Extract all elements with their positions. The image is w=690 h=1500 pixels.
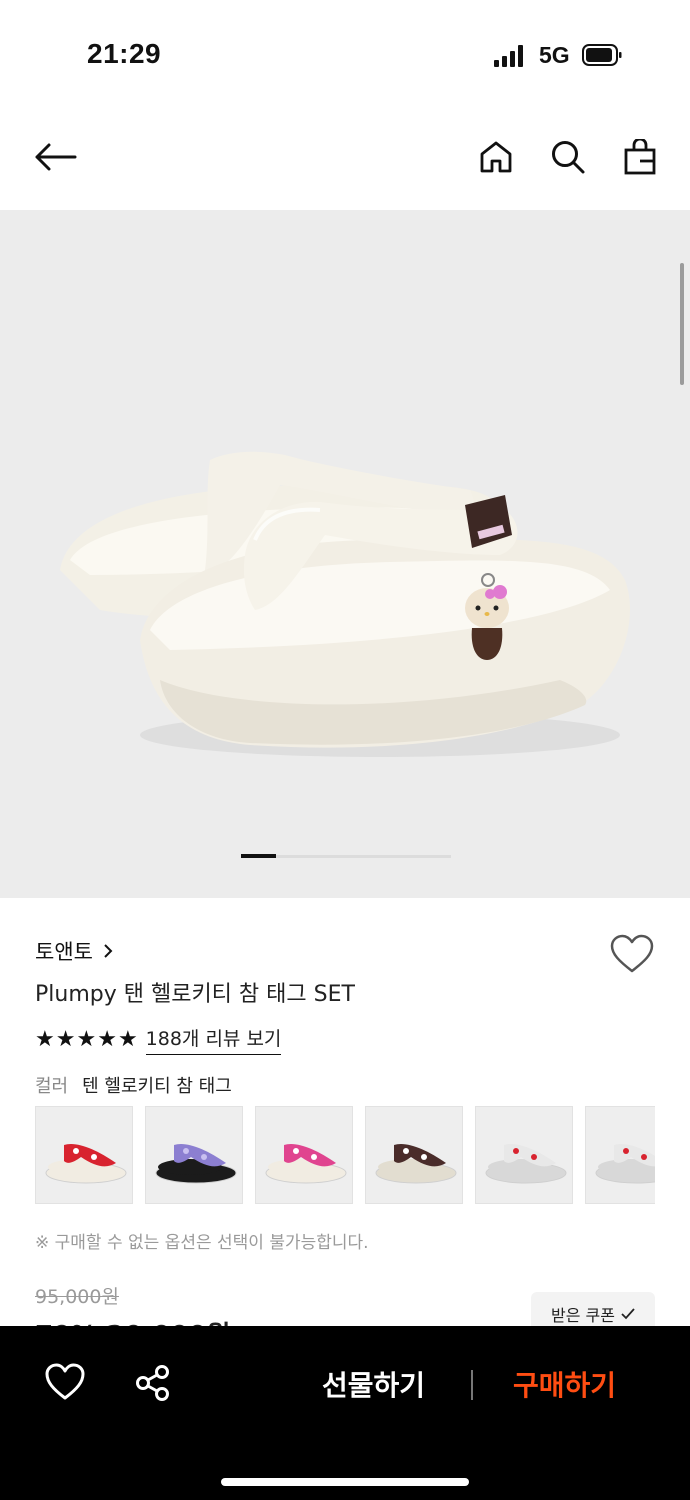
home-button[interactable]	[471, 132, 521, 182]
buy-button[interactable]: 구매하기	[513, 1364, 616, 1404]
back-button[interactable]	[30, 132, 80, 182]
color-value: 텐 헬로키티 참 태그	[82, 1076, 232, 1097]
product-title: Plumpy 탠 헬로키티 참 태그 SET	[35, 982, 355, 1007]
color-swatch[interactable]	[145, 1106, 243, 1204]
sandal-thumbnail	[375, 1143, 457, 1184]
heart-icon[interactable]	[44, 1363, 86, 1401]
rating-row: ★ ★ ★ ★ ★ 188개 리뷰 보기	[35, 1024, 282, 1055]
product-image-carousel[interactable]	[0, 210, 690, 898]
sandal-thumbnail	[485, 1143, 567, 1184]
network-label: 5G	[539, 42, 570, 68]
shopping-bag-icon	[624, 139, 656, 175]
divider	[471, 1370, 473, 1400]
star-icon: ★	[55, 1026, 76, 1052]
wishlist-heart-icon[interactable]	[609, 934, 655, 974]
review-link[interactable]: 188개 리뷰 보기	[145, 1024, 282, 1055]
sandal-thumbnail	[155, 1143, 237, 1184]
sandal-thumbnail	[595, 1144, 655, 1184]
brand-link[interactable]: 토앤토	[35, 936, 113, 966]
star-icon: ★	[35, 1026, 55, 1052]
signal-icon	[494, 45, 528, 67]
status-bar: 21:29 5G	[0, 0, 690, 110]
star-icon: ★	[97, 1026, 117, 1052]
sandal-thumbnail	[45, 1143, 127, 1184]
gift-button[interactable]: 선물하기	[322, 1364, 425, 1404]
color-row: 컬러 텐 헬로키티 참 태그	[35, 1072, 232, 1098]
search-button[interactable]	[543, 132, 593, 182]
share-icon[interactable]	[133, 1363, 173, 1403]
star-icon: ★	[76, 1026, 97, 1052]
option-notice: ※ 구매할 수 없는 옵션은 선택이 불가능합니다.	[35, 1233, 369, 1253]
carousel-indicator	[241, 854, 451, 858]
cart-button[interactable]	[615, 132, 665, 182]
color-swatch[interactable]	[35, 1106, 133, 1204]
check-icon	[621, 1308, 635, 1320]
bottom-action-bar: 선물하기 구매하기	[0, 1326, 690, 1500]
scrollbar[interactable]	[680, 263, 684, 385]
color-swatch[interactable]	[365, 1106, 463, 1204]
top-nav	[0, 110, 690, 210]
original-price: 95,000원	[35, 1286, 119, 1308]
carousel-indicator-active	[241, 854, 276, 858]
arrow-left-icon	[35, 143, 77, 171]
brand-name: 토앤토	[35, 940, 93, 964]
status-time: 21:29	[87, 38, 162, 69]
color-swatch[interactable]	[255, 1106, 353, 1204]
battery-icon	[582, 44, 622, 66]
star-rating: ★ ★ ★ ★ ★	[35, 1026, 138, 1052]
coupon-label: 받은 쿠폰	[551, 1306, 615, 1325]
sandal-thumbnail	[265, 1143, 347, 1184]
search-icon	[552, 141, 585, 174]
home-icon	[480, 141, 512, 173]
chevron-right-icon	[104, 944, 113, 958]
color-swatch-list	[35, 1106, 655, 1204]
product-image	[60, 451, 630, 757]
star-icon: ★	[117, 1026, 138, 1052]
color-swatch[interactable]	[585, 1106, 655, 1204]
color-swatch[interactable]	[475, 1106, 573, 1204]
color-label: 컬러	[35, 1076, 69, 1097]
home-indicator[interactable]	[221, 1478, 469, 1486]
